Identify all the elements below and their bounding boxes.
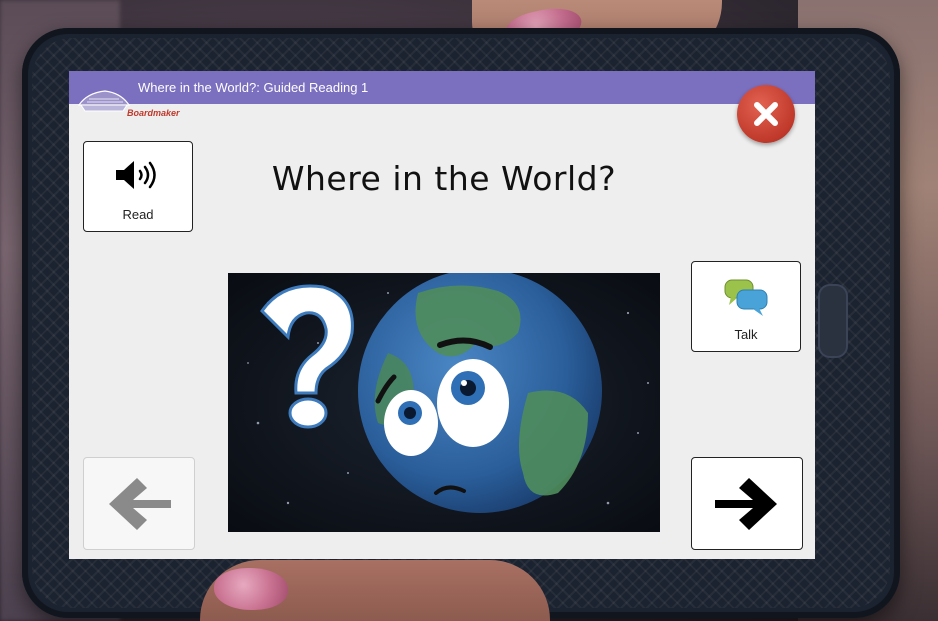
cartoon-earth-picture <box>228 273 660 532</box>
speaker-icon <box>116 161 156 189</box>
arrow-wrap <box>84 458 194 549</box>
chat-icon-wrap <box>692 278 800 318</box>
story-picture <box>228 273 660 532</box>
arrow-wrap <box>692 458 802 549</box>
close-x-icon <box>754 102 778 126</box>
read-label: Read <box>122 207 154 222</box>
read-button[interactable]: Read <box>83 141 193 232</box>
logo-text: Boardmaker <box>127 108 180 118</box>
page-title: Where in the World? <box>271 159 617 198</box>
speaker-icon-wrap <box>84 158 192 192</box>
close-button[interactable] <box>737 85 795 143</box>
arrow-left-icon <box>109 477 171 530</box>
arrow-right-icon <box>715 477 777 530</box>
app-screen: Where in the World?: Guided Reading 1 Bo… <box>69 71 815 559</box>
chat-bubbles-icon <box>724 279 768 316</box>
next-page-button[interactable] <box>691 457 803 550</box>
talk-button[interactable]: Talk <box>691 261 801 352</box>
previous-page-button[interactable] <box>83 457 195 550</box>
fingernail-bottom <box>214 568 288 610</box>
tablet-side-button <box>818 284 848 358</box>
talk-label: Talk <box>734 327 758 342</box>
